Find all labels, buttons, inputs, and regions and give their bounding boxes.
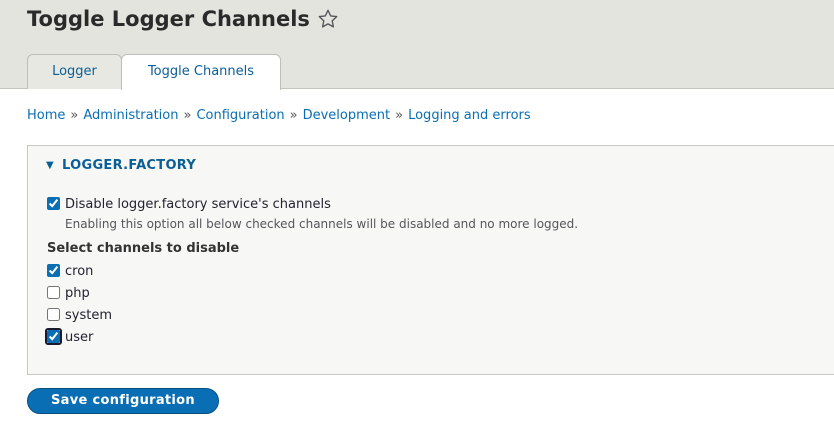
page-title-text: Toggle Logger Channels xyxy=(27,7,310,31)
disable-channels-checkbox[interactable] xyxy=(47,197,60,210)
breadcrumb-separator: » xyxy=(289,108,298,123)
channel-label-cron[interactable]: cron xyxy=(65,263,93,280)
details-summary-label: LOGGER.FACTORY xyxy=(62,158,197,173)
disable-channels-label[interactable]: Disable logger.factory service's channel… xyxy=(65,196,331,213)
breadcrumb-configuration[interactable]: Configuration xyxy=(196,108,284,123)
details-summary[interactable]: ▼ LOGGER.FACTORY xyxy=(46,158,196,173)
page-header: Toggle Logger Channels Logger Toggle Cha… xyxy=(0,0,834,90)
breadcrumb-home[interactable]: Home xyxy=(27,108,65,123)
page-title: Toggle Logger Channels xyxy=(27,3,339,35)
channel-checkbox-cron[interactable] xyxy=(47,264,60,277)
breadcrumb-administration[interactable]: Administration xyxy=(83,108,178,123)
breadcrumb-logging-and-errors[interactable]: Logging and errors xyxy=(408,108,531,123)
channels-group-title: Select channels to disable xyxy=(47,241,240,256)
channel-label-user[interactable]: user xyxy=(65,329,93,346)
breadcrumb-development[interactable]: Development xyxy=(303,108,391,123)
channel-label-system[interactable]: system xyxy=(65,307,112,324)
tab-toggle-channels[interactable]: Toggle Channels xyxy=(121,54,281,90)
breadcrumb-separator: » xyxy=(183,108,192,123)
star-outline-icon[interactable] xyxy=(317,7,339,29)
channel-checkbox-php[interactable] xyxy=(47,286,60,299)
breadcrumb: Home » Administration » Configuration » Develo… xyxy=(27,107,531,124)
triangle-down-icon: ▼ xyxy=(46,160,54,171)
save-configuration-button[interactable]: Save configuration xyxy=(27,388,219,414)
channel-checkbox-user[interactable] xyxy=(47,330,60,343)
channel-label-php[interactable]: php xyxy=(65,285,90,302)
breadcrumb-separator: » xyxy=(70,108,79,123)
logger-factory-details: ▼ LOGGER.FACTORY Disable logger.factory s… xyxy=(27,145,834,375)
disable-channels-description: Enabling this option all below checked c… xyxy=(65,217,579,231)
tab-logger[interactable]: Logger xyxy=(27,54,122,89)
breadcrumb-separator: » xyxy=(395,108,404,123)
channel-checkbox-system[interactable] xyxy=(47,308,60,321)
